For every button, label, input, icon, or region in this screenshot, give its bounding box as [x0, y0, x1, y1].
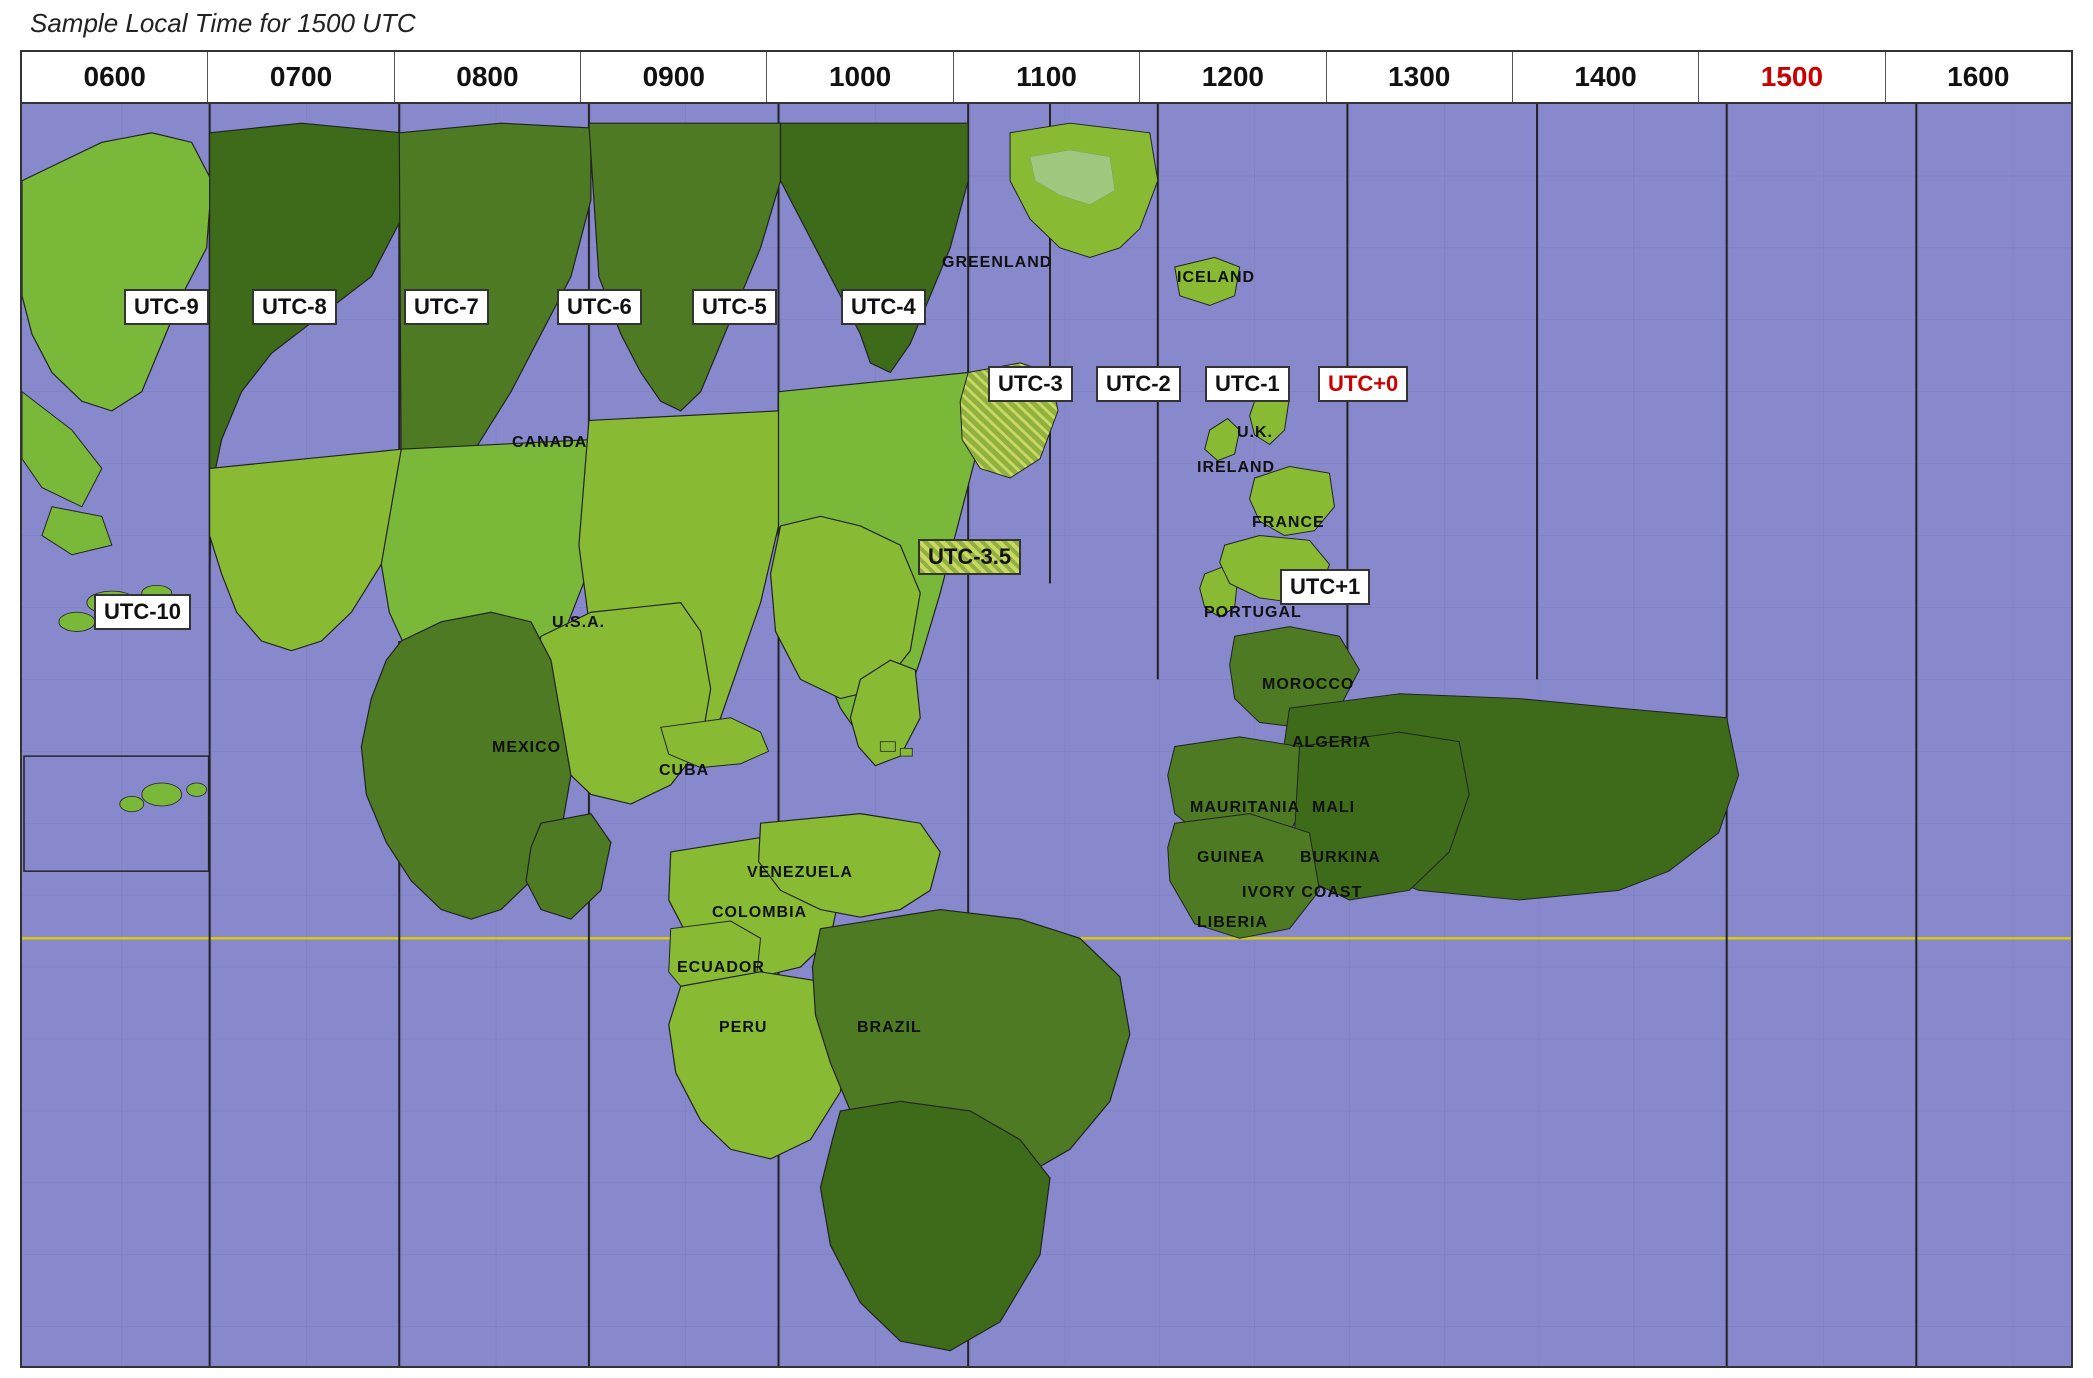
time-col-1000: 1000 [767, 52, 953, 102]
country-label-venezuela: VENEZUELA [747, 864, 853, 882]
country-label-cuba: CUBA [659, 762, 709, 780]
time-col-1300: 1300 [1327, 52, 1513, 102]
utc-label-UTC-6: UTC-6 [557, 289, 642, 325]
utc-label-UTC-2: UTC-2 [1096, 366, 1181, 402]
country-label-mexico: MEXICO [492, 739, 561, 757]
time-col-1100: 1100 [954, 52, 1140, 102]
country-label-portugal: PORTUGAL [1204, 604, 1302, 622]
country-label-colombia: COLOMBIA [712, 904, 807, 922]
utc-label-UTC-8: UTC-8 [252, 289, 337, 325]
country-label-ecuador: ECUADOR [677, 959, 765, 977]
time-col-1600: 1600 [1886, 52, 2071, 102]
country-label-uk: U.K. [1237, 424, 1273, 442]
utc-label-UTC-3.5: UTC-3.5 [918, 539, 1021, 575]
utc-label-UTC-10: UTC-10 [94, 594, 191, 630]
country-label-mauritania: MAURITANIA [1190, 799, 1300, 817]
utc-label-UTC-3: UTC-3 [988, 366, 1073, 402]
country-label-iceland: ICELAND [1177, 269, 1255, 287]
country-label-usa: U.S.A. [552, 614, 605, 632]
time-header: 0600070008000900100011001200130014001500… [22, 52, 2071, 104]
country-label-burkina: BURKINA [1300, 849, 1381, 867]
page-title: Sample Local Time for 1500 UTC [30, 8, 416, 39]
country-label-morocco: MOROCCO [1262, 676, 1354, 694]
utc-label-UTC-1: UTC-1 [1205, 366, 1290, 402]
time-col-0900: 0900 [581, 52, 767, 102]
country-label-brazil: BRAZIL [857, 1019, 922, 1037]
country-label-france: FRANCE [1252, 514, 1325, 532]
country-label-peru: PERU [719, 1019, 767, 1037]
country-label-liberia: LIBERIA [1197, 914, 1268, 932]
utc-label-UTC-4: UTC-4 [841, 289, 926, 325]
time-col-1400: 1400 [1513, 52, 1699, 102]
utc-label-UTC+0: UTC+0 [1318, 366, 1408, 402]
country-label-ivory-coast: IVORY COAST [1242, 884, 1362, 902]
utc-label-UTC+1: UTC+1 [1280, 569, 1370, 605]
country-label-ireland: IRELAND [1197, 459, 1275, 477]
page: Sample Local Time for 1500 UTC 060007000… [0, 0, 2093, 1378]
time-col-0700: 0700 [208, 52, 394, 102]
utc-label-UTC-5: UTC-5 [692, 289, 777, 325]
country-label-mali: MALI [1312, 799, 1355, 817]
utc-label-UTC-7: UTC-7 [404, 289, 489, 325]
map-container: 0600070008000900100011001200130014001500… [20, 50, 2073, 1368]
time-col-1500: 1500 [1699, 52, 1885, 102]
time-col-0600: 0600 [22, 52, 208, 102]
utc-label-UTC-9: UTC-9 [124, 289, 209, 325]
time-col-1200: 1200 [1140, 52, 1326, 102]
time-col-0800: 0800 [395, 52, 581, 102]
country-label-canada: CANADA [512, 434, 587, 452]
country-label-guinea: GUINEA [1197, 849, 1265, 867]
country-label-algeria: ALGERIA [1292, 734, 1371, 752]
country-label-greenland: GREENLAND [942, 254, 1052, 272]
